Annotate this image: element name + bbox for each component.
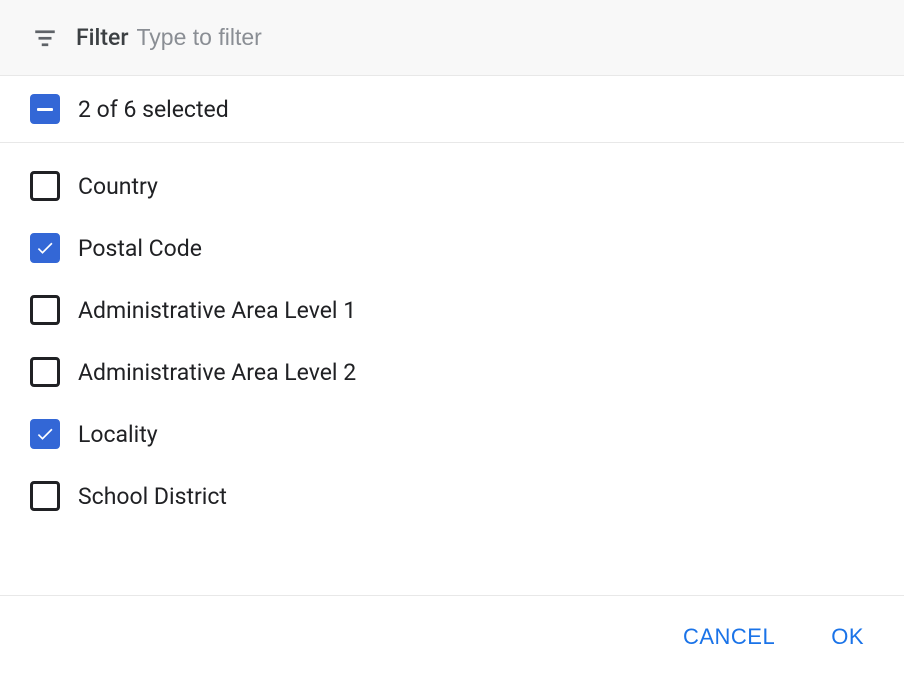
ok-button[interactable]: OK: [827, 616, 868, 658]
option-checkbox[interactable]: [30, 171, 60, 201]
option-label: Locality: [78, 421, 158, 448]
option-label: Country: [78, 173, 158, 200]
option-checkbox[interactable]: [30, 295, 60, 325]
option-checkbox[interactable]: [30, 481, 60, 511]
option-label: School District: [78, 483, 227, 510]
selection-summary-row[interactable]: 2 of 6 selected: [0, 76, 904, 143]
option-checkbox[interactable]: [30, 357, 60, 387]
option-item[interactable]: School District: [0, 465, 904, 527]
check-icon: [35, 238, 55, 258]
check-icon: [35, 424, 55, 444]
option-checkbox[interactable]: [30, 233, 60, 263]
indeterminate-icon: [37, 108, 53, 111]
option-item[interactable]: Locality: [0, 403, 904, 465]
option-list: Country Postal Code Administrative Area Le…: [0, 143, 904, 596]
option-item[interactable]: Postal Code: [0, 217, 904, 279]
option-label: Administrative Area Level 2: [78, 359, 356, 386]
select-all-checkbox-indeterminate[interactable]: [30, 94, 60, 124]
filter-bar: Filter: [0, 0, 904, 76]
filter-label: Filter: [76, 24, 129, 51]
selection-count-text: 2 of 6 selected: [78, 96, 229, 123]
cancel-button[interactable]: CANCEL: [679, 616, 779, 658]
option-item[interactable]: Administrative Area Level 2: [0, 341, 904, 403]
option-item[interactable]: Administrative Area Level 1: [0, 279, 904, 341]
option-label: Postal Code: [78, 235, 202, 262]
option-checkbox[interactable]: [30, 419, 60, 449]
actions-bar: CANCEL OK: [0, 596, 904, 678]
option-label: Administrative Area Level 1: [78, 297, 356, 324]
option-item[interactable]: Country: [0, 155, 904, 217]
filter-selection-panel: Filter 2 of 6 selected Country Postal Cod…: [0, 0, 904, 678]
filter-icon: [32, 25, 58, 51]
filter-input[interactable]: [137, 24, 872, 51]
